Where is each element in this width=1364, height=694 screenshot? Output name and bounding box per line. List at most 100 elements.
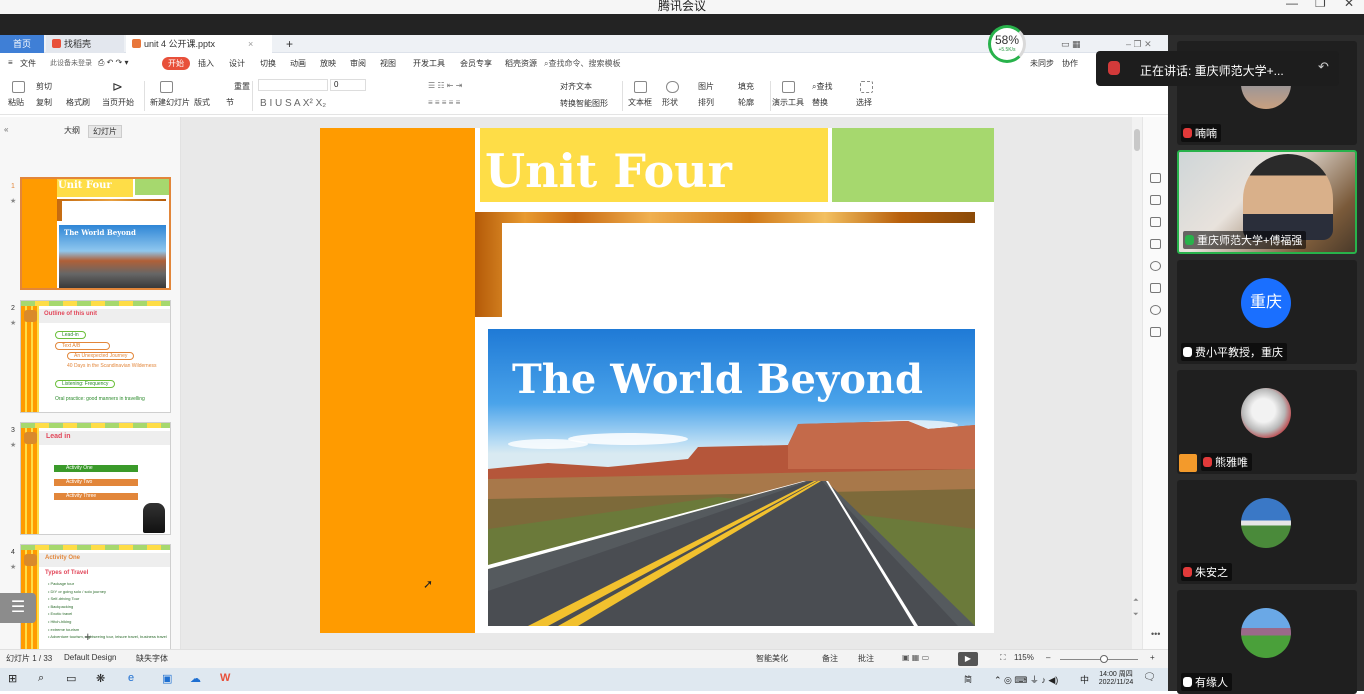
- taskbar-search-icon[interactable]: ⌕: [38, 672, 44, 685]
- memory-gauge[interactable]: 58% +5.5K/s: [988, 25, 1026, 63]
- task-view-icon[interactable]: ▭: [66, 672, 76, 685]
- missing-fonts[interactable]: 缺失字体: [136, 653, 168, 664]
- slideshow-play-icon[interactable]: ▶: [958, 652, 978, 666]
- copy-button[interactable]: 复制: [36, 97, 52, 108]
- animation-tool-icon[interactable]: [1150, 173, 1161, 183]
- select-icon[interactable]: [860, 81, 873, 93]
- menu-list-icon[interactable]: ☰: [0, 593, 36, 623]
- cut-button[interactable]: 剪切: [36, 81, 52, 92]
- help-icon[interactable]: [1150, 261, 1161, 271]
- current-slide[interactable]: Unit Four The World Beyond: [320, 128, 994, 633]
- participant-card[interactable]: 朱安之: [1177, 480, 1357, 584]
- input-layout-indicator[interactable]: 简: [964, 674, 972, 685]
- layout-icon[interactable]: ▭ ▦: [1055, 35, 1081, 53]
- zoom-out-icon[interactable]: –: [1046, 653, 1050, 662]
- vertical-scrollbar[interactable]: ⏶ ⏷: [1132, 117, 1142, 649]
- slide-tool-icon[interactable]: [1150, 239, 1161, 249]
- settings-tool-icon[interactable]: [1150, 195, 1161, 205]
- paste-button[interactable]: 粘贴: [8, 97, 24, 108]
- section-button[interactable]: 节: [226, 97, 234, 108]
- fill-button[interactable]: 填充: [738, 81, 754, 92]
- tab-document[interactable]: unit 4 公开课.pptx ×: [126, 35, 272, 53]
- select-button[interactable]: 选择: [856, 97, 872, 108]
- new-slide-icon[interactable]: [160, 81, 173, 93]
- textbox-icon[interactable]: [634, 81, 647, 93]
- command-search[interactable]: ⌕查找命令、搜索模板: [544, 58, 620, 69]
- new-slide-button[interactable]: 新建幻灯片: [150, 97, 190, 108]
- fit-window-icon[interactable]: ⛶: [1000, 653, 1006, 663]
- menu-slideshow[interactable]: 放映: [320, 58, 336, 69]
- smart-beautify-button[interactable]: 智能美化: [756, 653, 788, 664]
- menu-animation[interactable]: 动画: [290, 58, 306, 69]
- play-from-current-button[interactable]: 当页开始: [102, 97, 134, 108]
- font-size-select[interactable]: 0: [330, 79, 366, 91]
- shape-icon[interactable]: [666, 81, 679, 93]
- thumb-slide-3[interactable]: Lead in Activity One Activity Two Activi…: [20, 422, 171, 535]
- restore-icon[interactable]: ❐: [1315, 0, 1326, 10]
- clock[interactable]: 14:00 周四 2022/11/24: [1094, 669, 1138, 686]
- menu-transition[interactable]: 切换: [260, 58, 276, 69]
- ime-indicator[interactable]: 中: [1080, 673, 1089, 686]
- layout-button[interactable]: 版式: [194, 97, 210, 108]
- next-page-icon[interactable]: ⏷: [1133, 611, 1139, 619]
- smartart-button[interactable]: 转换智能图形: [560, 98, 608, 109]
- zoom-slider-handle[interactable]: [1100, 655, 1108, 663]
- menu-devtools[interactable]: 开发工具: [413, 58, 445, 69]
- view-mode-icons[interactable]: ▣ ▦ ▭: [902, 653, 929, 662]
- comments-button[interactable]: 批注: [858, 653, 874, 664]
- zoom-in-icon[interactable]: +: [1150, 653, 1155, 662]
- more-icon[interactable]: •••: [1151, 629, 1160, 639]
- thumb-slide-2[interactable]: Outline of this unit Lead-in Text A/B An…: [20, 300, 171, 413]
- font-family-select[interactable]: [258, 79, 328, 91]
- thumb-slide-1[interactable]: Unit Four The World Beyond: [20, 177, 171, 290]
- tray-icons[interactable]: ⌃ ◎ ⌨ ⏚ ♪ ◀): [994, 673, 1058, 686]
- notification-icon[interactable]: 🗨: [1143, 672, 1156, 683]
- app-icon[interactable]: ❋: [96, 672, 105, 685]
- notes-button[interactable]: 备注: [822, 653, 838, 664]
- close-icon[interactable]: ✕: [1344, 0, 1354, 10]
- prev-page-icon[interactable]: ⏶: [1133, 597, 1139, 605]
- align-icons[interactable]: ≡ ≡ ≡ ≡ ≡: [428, 98, 460, 107]
- wps-icon[interactable]: W: [220, 672, 230, 684]
- textbox-button[interactable]: 文本框: [628, 97, 652, 108]
- tab-slides[interactable]: 幻灯片: [88, 125, 122, 138]
- text-format-icons[interactable]: B I U S A X² X₂: [260, 98, 326, 109]
- align-text-button[interactable]: 对齐文本: [560, 81, 592, 92]
- scroll-thumb[interactable]: [1134, 129, 1140, 151]
- menu-review[interactable]: 审阅: [350, 58, 366, 69]
- play-icon[interactable]: ⊳: [112, 79, 123, 95]
- replace-button[interactable]: 替换: [812, 97, 828, 108]
- collapse-panel-icon[interactable]: «: [4, 125, 8, 134]
- browser-icon[interactable]: e: [128, 672, 134, 684]
- find-button[interactable]: ⌕查找: [812, 81, 832, 92]
- menu-start[interactable]: 开始: [162, 57, 190, 70]
- new-tab-button[interactable]: +: [280, 35, 293, 53]
- menu-design[interactable]: 设计: [229, 58, 245, 69]
- mic-muted-icon[interactable]: [1108, 61, 1120, 75]
- hamburger-icon[interactable]: ≡: [8, 58, 13, 67]
- outline-button[interactable]: 轮廓: [738, 97, 754, 108]
- paste-icon[interactable]: [12, 81, 25, 93]
- menu-view[interactable]: 视图: [380, 58, 396, 69]
- reset-button[interactable]: 重置: [234, 81, 250, 92]
- pin-tool-icon[interactable]: [1150, 217, 1161, 227]
- tab-close-icon[interactable]: ×: [248, 35, 253, 53]
- menu-member[interactable]: 会员专享: [460, 58, 492, 69]
- menu-file[interactable]: 文件: [20, 58, 36, 69]
- tab-daoke[interactable]: 找稻壳: [46, 35, 124, 53]
- add-slide-icon[interactable]: +: [84, 629, 92, 644]
- book-tool-icon[interactable]: [1150, 327, 1161, 337]
- participant-card[interactable]: 有缘人: [1177, 590, 1357, 694]
- tab-outline[interactable]: 大纲: [64, 125, 80, 136]
- list-icons[interactable]: ☰ ☷ ⇤ ⇥: [428, 81, 462, 90]
- menu-insert[interactable]: 插入: [198, 58, 214, 69]
- arrange-button[interactable]: 排列: [698, 97, 714, 108]
- design-name[interactable]: Default Design: [64, 653, 116, 662]
- sync-status[interactable]: 未同步: [1030, 58, 1054, 69]
- collab-button[interactable]: 协作: [1062, 58, 1078, 69]
- quick-access-icons[interactable]: ⎙ ↶ ↷ ▾: [98, 58, 129, 68]
- image-tool-icon[interactable]: [1150, 283, 1161, 293]
- zoom-slider[interactable]: [1060, 659, 1138, 660]
- presenter-tools-icon[interactable]: [782, 81, 795, 93]
- meeting-app-icon[interactable]: ☁: [190, 672, 201, 685]
